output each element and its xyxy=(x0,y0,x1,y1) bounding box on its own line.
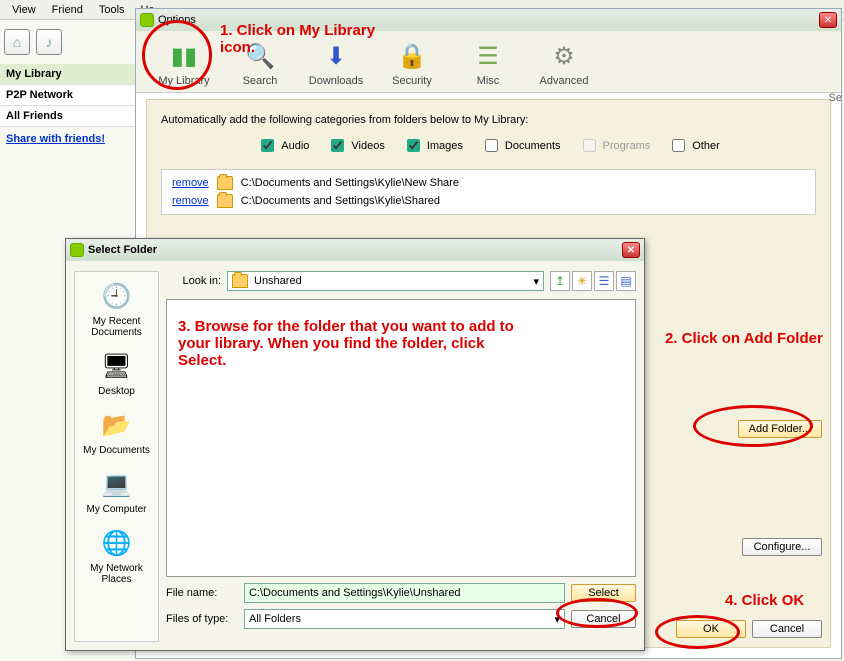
remove-link[interactable]: remove xyxy=(172,177,209,189)
network-icon: 🌐 xyxy=(99,525,135,561)
recent-icon: 🕘 xyxy=(99,278,135,314)
options-toolbar: ▮▮ My Library 🔍 Search ⬇ Downloads 🔒 Sec… xyxy=(136,31,841,93)
menu-view[interactable]: View xyxy=(4,2,44,18)
look-in-label: Look in: xyxy=(166,275,221,287)
tab-misc[interactable]: ☰ Misc xyxy=(450,37,526,87)
file-name-label: File name: xyxy=(166,587,238,599)
folder-row: remove C:\Documents and Settings\Kylie\N… xyxy=(166,174,811,192)
chk-programs: Programs xyxy=(579,136,651,155)
close-icon[interactable]: ✕ xyxy=(622,242,640,258)
select-button[interactable]: Select xyxy=(571,584,636,602)
tab-advanced[interactable]: ⚙ Advanced xyxy=(526,37,602,87)
chk-audio[interactable]: Audio xyxy=(257,136,309,155)
tab-mylibrary-label: My Library xyxy=(146,75,222,87)
cancel-button[interactable]: Cancel xyxy=(752,620,822,638)
folder-icon xyxy=(217,176,233,190)
place-network[interactable]: 🌐 My Network Places xyxy=(75,525,158,585)
share-link[interactable]: Share with friends! xyxy=(0,127,135,151)
tab-search-label: Search xyxy=(222,75,298,87)
place-recent[interactable]: 🕘 My Recent Documents xyxy=(75,278,158,338)
view-list-icon[interactable]: ☰ xyxy=(594,271,614,291)
tab-downloads[interactable]: ⬇ Downloads xyxy=(298,37,374,87)
file-list-area[interactable] xyxy=(166,299,636,577)
folder-path: C:\Documents and Settings\Kylie\New Shar… xyxy=(241,177,459,189)
search-icon: 🔍 xyxy=(244,41,276,73)
tab-advanced-label: Advanced xyxy=(526,75,602,87)
files-type-select[interactable]: All Folders▾ xyxy=(244,609,565,629)
sidebar-item-p2p[interactable]: P2P Network xyxy=(0,85,135,106)
file-name-input[interactable] xyxy=(244,583,565,603)
folder-path: C:\Documents and Settings\Kylie\Shared xyxy=(241,195,440,207)
look-in-select[interactable]: Unshared ▾ xyxy=(227,271,544,291)
chk-images[interactable]: Images xyxy=(403,136,463,155)
music-icon[interactable]: ♪ xyxy=(36,29,62,55)
sidebar-item-mylibrary[interactable]: My Library xyxy=(0,64,135,85)
new-folder-icon[interactable]: ✳ xyxy=(572,271,592,291)
tab-search[interactable]: 🔍 Search xyxy=(222,37,298,87)
folder-icon xyxy=(232,274,248,288)
right-cutoff-label: Se xyxy=(829,92,842,104)
menu-tools[interactable]: Tools xyxy=(91,2,133,18)
options-titlebar: Options ✕ xyxy=(136,9,841,31)
places-bar: 🕘 My Recent Documents 🖥 Desktop 📂 My Doc… xyxy=(74,271,159,642)
tab-security-label: Security xyxy=(374,75,450,87)
remove-link[interactable]: remove xyxy=(172,195,209,207)
tab-misc-label: Misc xyxy=(450,75,526,87)
view-details-icon[interactable]: ▤ xyxy=(616,271,636,291)
tab-downloads-label: Downloads xyxy=(298,75,374,87)
home-icon[interactable]: ⌂ xyxy=(4,29,30,55)
lock-icon: 🔒 xyxy=(396,41,428,73)
app-icon xyxy=(70,243,84,257)
add-folder-button[interactable]: Add Folder... xyxy=(738,420,822,438)
up-icon[interactable]: ↥ xyxy=(550,271,570,291)
tab-mylibrary[interactable]: ▮▮ My Library xyxy=(146,37,222,87)
select-folder-dialog: Select Folder ✕ 🕘 My Recent Documents 🖥 … xyxy=(65,238,645,651)
sliders-icon: ☰ xyxy=(472,41,504,73)
download-icon: ⬇ xyxy=(320,41,352,73)
dialog-titlebar: Select Folder ✕ xyxy=(66,239,644,261)
place-desktop[interactable]: 🖥 Desktop xyxy=(75,348,158,397)
dialog-title-text: Select Folder xyxy=(88,244,157,256)
tab-security[interactable]: 🔒 Security xyxy=(374,37,450,87)
configure-button[interactable]: Configure... xyxy=(742,538,822,556)
files-type-label: Files of type: xyxy=(166,613,238,625)
gear-icon: ⚙ xyxy=(548,41,580,73)
dialog-main: Look in: Unshared ▾ ↥ ✳ ☰ ▤ File name: S… xyxy=(166,267,636,642)
close-icon[interactable]: ✕ xyxy=(819,12,837,28)
ok-button[interactable]: OK xyxy=(676,620,746,638)
folder-icon xyxy=(217,194,233,208)
place-mydocs[interactable]: 📂 My Documents xyxy=(75,407,158,456)
computer-icon: 💻 xyxy=(99,466,135,502)
sidebar-item-friends[interactable]: All Friends xyxy=(0,106,135,127)
desktop-icon: 🖥 xyxy=(99,348,135,384)
auto-add-text: Automatically add the following categori… xyxy=(161,114,816,126)
book-icon: ▮▮ xyxy=(168,41,200,73)
documents-icon: 📂 xyxy=(99,407,135,443)
menu-friend[interactable]: Friend xyxy=(44,2,91,18)
options-title: Options xyxy=(158,14,196,26)
folder-row: remove C:\Documents and Settings\Kylie\S… xyxy=(166,192,811,210)
app-icon xyxy=(140,13,154,27)
chk-other[interactable]: Other xyxy=(668,136,720,155)
dialog-cancel-button[interactable]: Cancel xyxy=(571,610,636,628)
place-mycomputer[interactable]: 💻 My Computer xyxy=(75,466,158,515)
folder-list: remove C:\Documents and Settings\Kylie\N… xyxy=(161,169,816,215)
chk-documents[interactable]: Documents xyxy=(481,136,561,155)
chk-videos[interactable]: Videos xyxy=(327,136,384,155)
